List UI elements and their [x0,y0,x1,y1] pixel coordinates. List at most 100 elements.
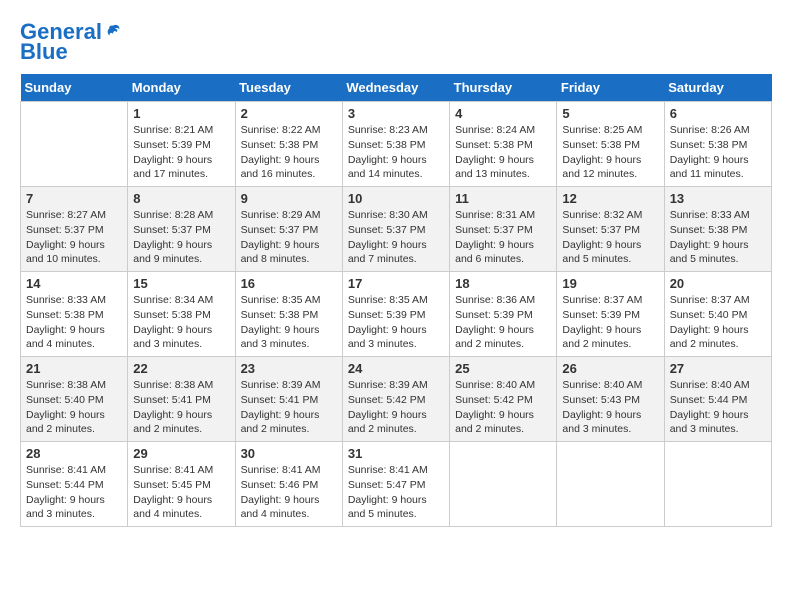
calendar-cell: 3 Sunrise: 8:23 AMSunset: 5:38 PMDaylight… [342,102,449,187]
calendar-cell [21,102,128,187]
day-number: 5 [562,106,658,121]
calendar-cell [664,442,771,527]
day-number: 28 [26,446,122,461]
calendar-cell: 19 Sunrise: 8:37 AMSunset: 5:39 PMDayligh… [557,272,664,357]
day-number: 21 [26,361,122,376]
day-info: Sunrise: 8:31 AMSunset: 5:37 PMDaylight:… [455,208,551,267]
col-header-saturday: Saturday [664,74,771,102]
day-number: 27 [670,361,766,376]
day-number: 23 [241,361,337,376]
day-info: Sunrise: 8:40 AMSunset: 5:43 PMDaylight:… [562,378,658,437]
logo-blue: Blue [20,40,68,64]
calendar-week-3: 14 Sunrise: 8:33 AMSunset: 5:38 PMDayligh… [21,272,772,357]
day-info: Sunrise: 8:41 AMSunset: 5:44 PMDaylight:… [26,463,122,522]
calendar-cell: 11 Sunrise: 8:31 AMSunset: 5:37 PMDayligh… [450,187,557,272]
calendar-cell: 26 Sunrise: 8:40 AMSunset: 5:43 PMDayligh… [557,357,664,442]
day-number: 14 [26,276,122,291]
day-info: Sunrise: 8:41 AMSunset: 5:47 PMDaylight:… [348,463,444,522]
day-info: Sunrise: 8:25 AMSunset: 5:38 PMDaylight:… [562,123,658,182]
day-number: 29 [133,446,229,461]
day-info: Sunrise: 8:34 AMSunset: 5:38 PMDaylight:… [133,293,229,352]
day-info: Sunrise: 8:40 AMSunset: 5:44 PMDaylight:… [670,378,766,437]
day-info: Sunrise: 8:35 AMSunset: 5:39 PMDaylight:… [348,293,444,352]
day-number: 1 [133,106,229,121]
day-info: Sunrise: 8:41 AMSunset: 5:45 PMDaylight:… [133,463,229,522]
logo: General Blue [20,20,122,64]
day-info: Sunrise: 8:38 AMSunset: 5:40 PMDaylight:… [26,378,122,437]
calendar-cell: 18 Sunrise: 8:36 AMSunset: 5:39 PMDayligh… [450,272,557,357]
day-info: Sunrise: 8:35 AMSunset: 5:38 PMDaylight:… [241,293,337,352]
day-info: Sunrise: 8:41 AMSunset: 5:46 PMDaylight:… [241,463,337,522]
day-info: Sunrise: 8:22 AMSunset: 5:38 PMDaylight:… [241,123,337,182]
calendar-week-4: 21 Sunrise: 8:38 AMSunset: 5:40 PMDayligh… [21,357,772,442]
day-number: 11 [455,191,551,206]
calendar-cell: 17 Sunrise: 8:35 AMSunset: 5:39 PMDayligh… [342,272,449,357]
day-info: Sunrise: 8:33 AMSunset: 5:38 PMDaylight:… [670,208,766,267]
day-number: 19 [562,276,658,291]
calendar-cell: 9 Sunrise: 8:29 AMSunset: 5:37 PMDaylight… [235,187,342,272]
day-info: Sunrise: 8:30 AMSunset: 5:37 PMDaylight:… [348,208,444,267]
calendar-table: SundayMondayTuesdayWednesdayThursdayFrid… [20,74,772,527]
calendar-cell: 23Sunrise: 8:39 AMSunset: 5:41 PMDayligh… [235,357,342,442]
day-number: 13 [670,191,766,206]
day-info: Sunrise: 8:37 AMSunset: 5:39 PMDaylight:… [562,293,658,352]
calendar-week-2: 7 Sunrise: 8:27 AMSunset: 5:37 PMDaylight… [21,187,772,272]
calendar-cell: 22 Sunrise: 8:38 AMSunset: 5:41 PMDayligh… [128,357,235,442]
calendar-cell: 27 Sunrise: 8:40 AMSunset: 5:44 PMDayligh… [664,357,771,442]
day-number: 6 [670,106,766,121]
calendar-cell: 7 Sunrise: 8:27 AMSunset: 5:37 PMDaylight… [21,187,128,272]
day-number: 22 [133,361,229,376]
day-info: Sunrise: 8:26 AMSunset: 5:38 PMDaylight:… [670,123,766,182]
day-number: 3 [348,106,444,121]
calendar-cell: 16 Sunrise: 8:35 AMSunset: 5:38 PMDayligh… [235,272,342,357]
day-info: Sunrise: 8:39 AMSunset: 5:42 PMDaylight:… [348,378,444,437]
calendar-cell: 31Sunrise: 8:41 AMSunset: 5:47 PMDayligh… [342,442,449,527]
calendar-cell: 4 Sunrise: 8:24 AMSunset: 5:38 PMDaylight… [450,102,557,187]
day-info: Sunrise: 8:27 AMSunset: 5:37 PMDaylight:… [26,208,122,267]
calendar-cell: 2 Sunrise: 8:22 AMSunset: 5:38 PMDaylight… [235,102,342,187]
calendar-cell: 6 Sunrise: 8:26 AMSunset: 5:38 PMDaylight… [664,102,771,187]
calendar-cell: 20 Sunrise: 8:37 AMSunset: 5:40 PMDayligh… [664,272,771,357]
col-header-sunday: Sunday [21,74,128,102]
day-number: 18 [455,276,551,291]
col-header-friday: Friday [557,74,664,102]
calendar-cell: 12Sunrise: 8:32 AMSunset: 5:37 PMDayligh… [557,187,664,272]
day-number: 20 [670,276,766,291]
day-number: 8 [133,191,229,206]
calendar-cell: 25Sunrise: 8:40 AMSunset: 5:42 PMDayligh… [450,357,557,442]
calendar-cell [450,442,557,527]
day-info: Sunrise: 8:36 AMSunset: 5:39 PMDaylight:… [455,293,551,352]
day-number: 7 [26,191,122,206]
calendar-cell: 28 Sunrise: 8:41 AMSunset: 5:44 PMDayligh… [21,442,128,527]
col-header-monday: Monday [128,74,235,102]
calendar-cell: 30 Sunrise: 8:41 AMSunset: 5:46 PMDayligh… [235,442,342,527]
day-number: 26 [562,361,658,376]
day-number: 30 [241,446,337,461]
day-number: 4 [455,106,551,121]
col-header-wednesday: Wednesday [342,74,449,102]
day-number: 10 [348,191,444,206]
day-number: 17 [348,276,444,291]
day-number: 15 [133,276,229,291]
day-number: 2 [241,106,337,121]
calendar-week-5: 28 Sunrise: 8:41 AMSunset: 5:44 PMDayligh… [21,442,772,527]
header-row: SundayMondayTuesdayWednesdayThursdayFrid… [21,74,772,102]
calendar-cell: 1Sunrise: 8:21 AMSunset: 5:39 PMDaylight… [128,102,235,187]
day-info: Sunrise: 8:37 AMSunset: 5:40 PMDaylight:… [670,293,766,352]
page-header: General Blue [20,20,772,64]
day-number: 16 [241,276,337,291]
calendar-cell: 13 Sunrise: 8:33 AMSunset: 5:38 PMDayligh… [664,187,771,272]
day-info: Sunrise: 8:24 AMSunset: 5:38 PMDaylight:… [455,123,551,182]
day-info: Sunrise: 8:33 AMSunset: 5:38 PMDaylight:… [26,293,122,352]
calendar-cell: 15 Sunrise: 8:34 AMSunset: 5:38 PMDayligh… [128,272,235,357]
calendar-cell: 14 Sunrise: 8:33 AMSunset: 5:38 PMDayligh… [21,272,128,357]
day-info: Sunrise: 8:29 AMSunset: 5:37 PMDaylight:… [241,208,337,267]
calendar-cell: 29 Sunrise: 8:41 AMSunset: 5:45 PMDayligh… [128,442,235,527]
day-info: Sunrise: 8:38 AMSunset: 5:41 PMDaylight:… [133,378,229,437]
calendar-week-1: 1Sunrise: 8:21 AMSunset: 5:39 PMDaylight… [21,102,772,187]
calendar-cell: 24 Sunrise: 8:39 AMSunset: 5:42 PMDayligh… [342,357,449,442]
day-number: 24 [348,361,444,376]
logo-bird-icon [104,23,122,41]
day-number: 9 [241,191,337,206]
day-info: Sunrise: 8:23 AMSunset: 5:38 PMDaylight:… [348,123,444,182]
